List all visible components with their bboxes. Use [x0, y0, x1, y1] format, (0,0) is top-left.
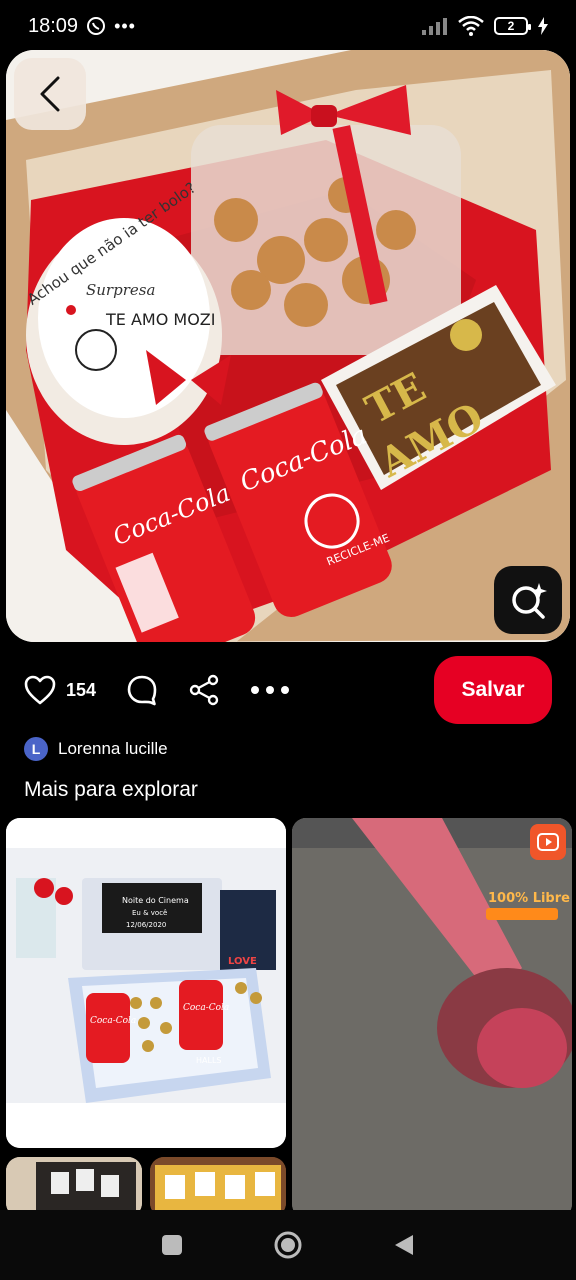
cake-surprise-text: Surpresa — [86, 281, 155, 299]
avatar: L — [24, 737, 48, 761]
like-count: 154 — [66, 679, 97, 700]
cake-love-text: TE AMO MOZI — [105, 310, 215, 329]
related-pin-image: Noite do Cinema Eu & você 12/06/2020 LOV… — [6, 818, 286, 1148]
save-button[interactable]: Salvar — [434, 656, 552, 724]
video-play-icon — [537, 833, 559, 851]
visual-search-button[interactable] — [494, 566, 562, 634]
share-icon — [189, 674, 219, 706]
card-a-can-right: Coca-Cola — [183, 1003, 229, 1013]
card-a-can-left: Coca-Cola — [90, 1016, 136, 1026]
card-a-love-text: LOVE — [228, 956, 257, 967]
comment-button[interactable] — [126, 674, 158, 706]
pin-actions-bar: 154 Salvar — [0, 655, 576, 725]
author-name: Lorenna lucille — [58, 739, 168, 758]
recent-apps-icon[interactable] — [161, 1234, 183, 1256]
whatsapp-icon — [87, 17, 106, 35]
related-video-pin-card[interactable]: 100% Libre — [292, 818, 572, 1218]
gift-box-photo: Achou que não ia ter bolo? Surpresa TE A… — [6, 50, 570, 642]
related-pin-image — [150, 1157, 286, 1217]
card-a-board-title: Noite do Cinema — [122, 896, 189, 905]
wifi-icon — [458, 16, 484, 36]
more-notifications-icon: ••• — [114, 15, 136, 36]
back-button[interactable] — [14, 58, 86, 130]
home-icon[interactable] — [273, 1230, 303, 1260]
comment-icon — [127, 675, 157, 706]
battery-icon: 2 — [494, 17, 531, 35]
like-button[interactable]: 154 — [24, 675, 96, 705]
more-options-button[interactable] — [250, 685, 290, 695]
explore-section-title: Mais para explorar — [24, 778, 198, 801]
share-button[interactable] — [188, 674, 220, 706]
charging-icon — [538, 17, 548, 35]
status-time: 18:09 — [28, 14, 79, 37]
system-navigation-bar — [0, 1210, 576, 1280]
signal-icon — [422, 18, 447, 35]
visual-search-icon — [512, 583, 547, 619]
back-nav-icon[interactable] — [393, 1233, 415, 1257]
more-horizontal-icon — [251, 686, 290, 694]
card-a-halls: HALLS — [196, 1056, 221, 1065]
related-pin-image — [6, 1157, 142, 1217]
video-badge-text: 100% Libre — [488, 891, 570, 906]
status-bar: 18:09 ••• 2 — [0, 0, 576, 52]
battery-level: 2 — [507, 19, 515, 33]
pin-author[interactable]: L Lorenna lucille — [24, 737, 168, 761]
video-app-badge — [530, 824, 566, 860]
related-pin-card[interactable] — [6, 1157, 142, 1217]
related-pin-card[interactable]: Noite do Cinema Eu & você 12/06/2020 LOV… — [6, 818, 286, 1148]
chevron-left-icon — [40, 76, 60, 112]
card-a-board-sub: Eu & você — [132, 909, 167, 917]
related-pin-card[interactable] — [150, 1157, 286, 1217]
related-video-thumbnail: 100% Libre — [292, 818, 572, 1218]
heart-icon — [24, 675, 56, 705]
pin-image[interactable]: Achou que não ia ter bolo? Surpresa TE A… — [6, 50, 570, 642]
card-a-board-date: 12/06/2020 — [126, 921, 166, 929]
